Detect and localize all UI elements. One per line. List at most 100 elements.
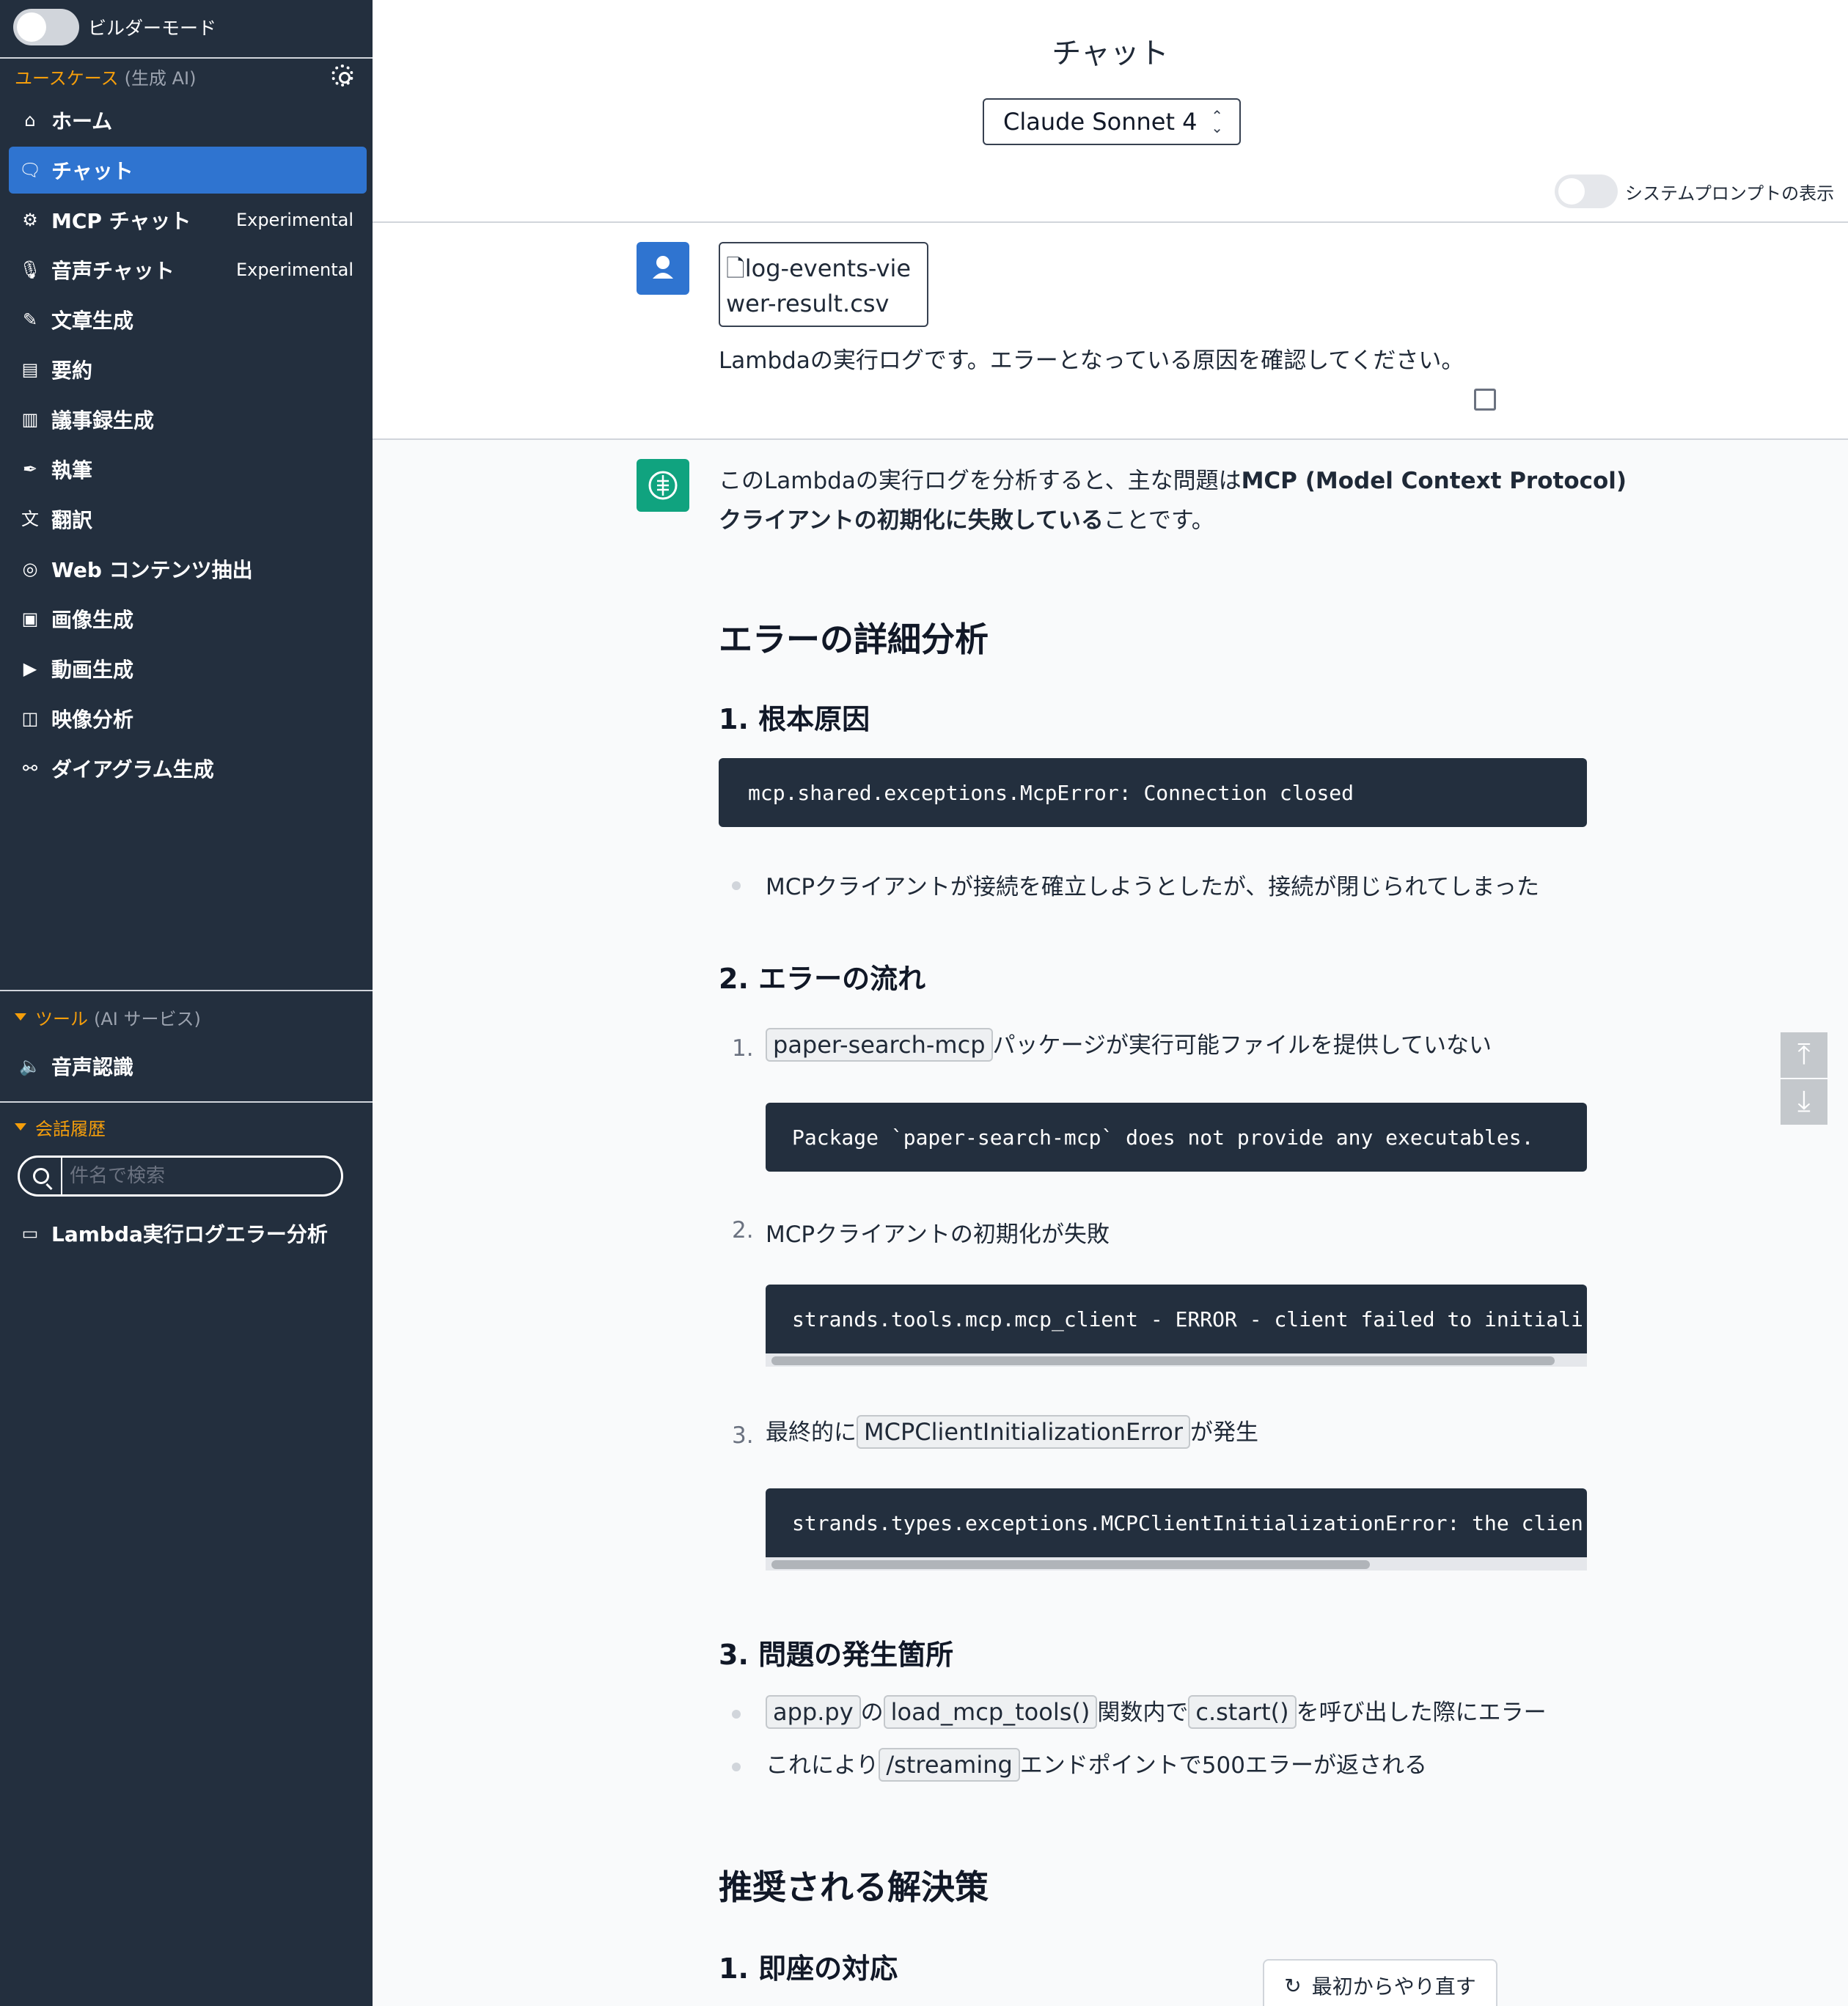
model-select[interactable]: Claude Sonnet 4 ⌃ ⌄: [983, 98, 1241, 145]
edit-icon[interactable]: [1474, 389, 1496, 411]
list-number: 3.: [732, 1422, 754, 1449]
sidebar-item-voice-chat[interactable]: 🎙 音声チャット Experimental: [9, 246, 367, 293]
page-title: チャット: [1052, 37, 1169, 70]
sidebar-item-label: 執筆: [51, 458, 93, 482]
sidebar: ビルダーモード ユースケース (生成 AI) ⌂ ホーム 🗨 チャット ⚙ MCP チ…: [0, 0, 373, 2006]
divider: [0, 1101, 373, 1103]
caret-down-icon: [15, 1123, 26, 1131]
inline-code: MCPClientInitializationError: [857, 1415, 1191, 1449]
inline-code: /streaming: [879, 1748, 1020, 1782]
globe-icon: ◎: [22, 559, 38, 579]
inline-code: app.py: [766, 1695, 861, 1729]
sidebar-item-video-generation[interactable]: ▶ 動画生成: [9, 645, 367, 692]
home-icon: ⌂: [24, 110, 36, 131]
code-block-root-cause: mcp.shared.exceptions.McpError: Connecti…: [719, 758, 1587, 827]
builder-mode-toggle[interactable]: ビルダーモード: [13, 9, 216, 45]
assistant-intro-line1: このLambdaの実行ログを分析すると、主な問題はMCP (Model Cont…: [719, 468, 1627, 494]
image-icon: ▣: [21, 609, 39, 629]
sidebar-item-label: チャット: [51, 159, 133, 183]
sidebar-item-video-analysis[interactable]: ◫ 映像分析: [9, 695, 367, 742]
divider: [0, 57, 373, 59]
builder-mode-switch[interactable]: [13, 9, 79, 45]
sidebar-item-minutes[interactable]: ▥ 議事録生成: [9, 396, 367, 443]
history-item[interactable]: ▭ Lambda実行ログエラー分析: [9, 1210, 367, 1257]
summary-icon: ▤: [21, 359, 39, 380]
usecase-section-header: ユースケース (生成 AI): [15, 65, 197, 89]
scrollbar-thumb[interactable]: [771, 1356, 1555, 1365]
scroll-top-button[interactable]: ⤒: [1781, 1032, 1827, 1078]
sidebar-item-speech-recognition[interactable]: 🔈 音声認識: [9, 1043, 367, 1090]
sidebar-item-label: ダイアグラム生成: [51, 757, 214, 782]
usecase-subtitle: (生成 AI): [124, 67, 197, 89]
sidebar-item-mcp-chat[interactable]: ⚙ MCP チャット Experimental: [9, 196, 367, 243]
sidebar-item-label: 翻訳: [51, 508, 93, 532]
inline-code: c.start(): [1188, 1695, 1297, 1729]
location-item-1: app.py の load_mcp_tools() 関数内で c.start() を呼び出…: [766, 1694, 1547, 1729]
sidebar-item-label: 要約: [51, 359, 93, 383]
switch-knob: [17, 12, 46, 42]
list-number: 2.: [732, 1217, 754, 1243]
history-section-header[interactable]: 会話履歴: [15, 1114, 106, 1139]
sidebar-item-label: 音声認識: [51, 1055, 134, 1079]
file-name-line1: log-events-vie: [744, 254, 912, 282]
flow-item-3: 最終的に MCPClientInitializationError が発生: [766, 1414, 1258, 1449]
sidebar-item-summary[interactable]: ▤ 要約: [9, 346, 367, 393]
tools-title: ツール: [35, 1008, 88, 1029]
scrollbar-thumb[interactable]: [771, 1560, 1370, 1569]
chat-icon: 🗨: [19, 160, 42, 180]
sidebar-item-label: 画像生成: [51, 608, 134, 632]
sidebar-item-home[interactable]: ⌂ ホーム: [9, 97, 367, 144]
code-scrollbar[interactable]: [766, 1353, 1587, 1367]
bullet: [732, 1710, 741, 1719]
bullet-root-cause: MCPクライアントが接続を確立しようとしたが、接続が閉じられてしまった: [766, 874, 1540, 900]
heading-error-analysis: エラーの詳細分析: [719, 620, 989, 659]
experimental-badge: Experimental: [235, 260, 353, 280]
tools-section-header[interactable]: ツール (AI サービス): [15, 1004, 201, 1029]
retry-button[interactable]: ↻ 最初からやり直す: [1263, 1959, 1497, 2006]
pencil-icon: ✎: [22, 309, 38, 330]
video-gen-icon: ▶: [23, 658, 37, 679]
attached-file[interactable]: 🗋log-events-vie wer-result.csv: [719, 242, 928, 327]
sidebar-item-web-extract[interactable]: ◎ Web コンテンツ抽出: [9, 545, 367, 592]
arrow-down-icon: ⤓: [1797, 1084, 1811, 1118]
mcp-icon: ⚙: [22, 210, 38, 230]
minutes-icon: ▥: [21, 409, 39, 430]
sidebar-item-image-generation[interactable]: ▣ 画像生成: [9, 595, 367, 642]
translate-icon: 文: [21, 509, 39, 529]
mic-icon: 🎙: [19, 260, 42, 280]
sidebar-item-translate[interactable]: 文翻訳: [9, 496, 367, 543]
sidebar-item-diagram[interactable]: ⚯ ダイアグラム生成: [9, 745, 367, 792]
user-icon: [653, 256, 673, 279]
sidebar-item-label: MCP チャット: [51, 209, 191, 233]
flow-item-1: paper-search-mcp パッケージが実行可能ファイルを提供していない: [766, 1026, 1492, 1062]
inline-code: paper-search-mcp: [766, 1028, 993, 1062]
scroll-bottom-button[interactable]: ⤓: [1781, 1079, 1827, 1125]
sidebar-item-chat[interactable]: 🗨 チャット: [9, 147, 367, 194]
bullet: [732, 1763, 741, 1771]
history-title: 会話履歴: [35, 1118, 106, 1139]
inline-code: load_mcp_tools(): [883, 1695, 1098, 1729]
speaker-icon: 🔈: [19, 1056, 41, 1076]
gear-icon[interactable]: [331, 65, 353, 87]
divider: [0, 990, 373, 991]
heading-immediate: 1. 即座の対応: [719, 1952, 898, 1985]
sidebar-item-writing[interactable]: ✒ 執筆: [9, 446, 367, 493]
sidebar-item-text-generation[interactable]: ✎ 文章生成: [9, 296, 367, 343]
code-scrollbar[interactable]: [766, 1557, 1587, 1570]
main-content: チャット Claude Sonnet 4 ⌃ ⌄ システムプロンプトの表示 🗋lo…: [373, 0, 1848, 2006]
file-name-line2: wer-result.csv: [726, 290, 890, 317]
ai-brain-icon: [648, 471, 678, 500]
heading-location: 3. 問題の発生箇所: [719, 1639, 954, 1671]
system-prompt-toggle[interactable]: システムプロンプトの表示: [1555, 174, 1834, 208]
select-arrows-icon: ⌃ ⌄: [1211, 107, 1223, 136]
history-search[interactable]: [18, 1156, 343, 1197]
history-search-input[interactable]: [61, 1157, 340, 1195]
heading-root-cause: 1. 根本原因: [719, 703, 870, 735]
comment-icon: ▭: [21, 1223, 39, 1243]
system-prompt-switch[interactable]: [1555, 174, 1618, 208]
search-icon: [33, 1168, 49, 1184]
user-message-text: Lambdaの実行ログです。エラーとなっている原因を確認してください。: [719, 348, 1464, 374]
code-block-flow-1: Package `paper-search-mcp` does not prov…: [766, 1103, 1587, 1172]
switch-knob: [1558, 178, 1585, 205]
assistant-avatar: [637, 459, 689, 512]
